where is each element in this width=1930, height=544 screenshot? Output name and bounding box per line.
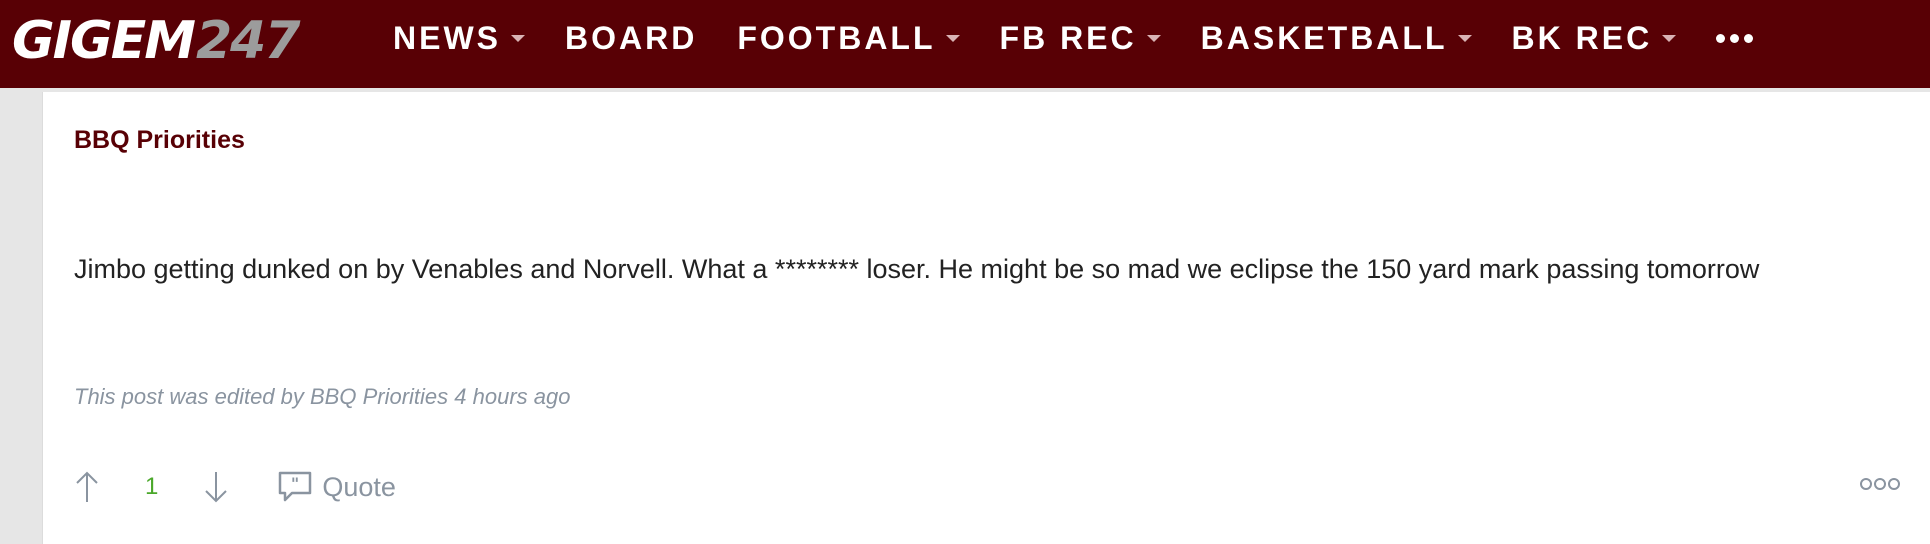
top-navigation-bar: GIGEM 247 NEWS BOARD FOOTBALL FB REC BAS… xyxy=(0,0,1930,88)
logo-brand-text: GIGEM xyxy=(12,11,196,71)
post-author[interactable]: BBQ Priorities xyxy=(74,126,245,155)
chevron-down-icon xyxy=(1662,34,1677,42)
chevron-down-icon xyxy=(945,34,960,42)
nav-bk-rec[interactable]: BK REC xyxy=(1512,20,1677,57)
logo-number-text: 247 xyxy=(195,11,301,71)
nav-football[interactable]: FOOTBALL xyxy=(737,19,960,57)
ellipsis-icon[interactable] xyxy=(1716,23,1754,53)
nav-fb-rec[interactable]: FB REC xyxy=(1000,20,1161,57)
nav-basketball[interactable]: BASKETBALL xyxy=(1201,20,1472,57)
quote-icon: " xyxy=(279,471,312,502)
chevron-down-icon xyxy=(1146,34,1161,42)
forum-post: BBQ Priorities Jimbo getting dunked on b… xyxy=(42,92,1930,544)
site-logo[interactable]: GIGEM 247 xyxy=(12,6,301,76)
main-nav: NEWS BOARD FOOTBALL FB REC BASKETBALL BK… xyxy=(393,0,1754,76)
nav-board[interactable]: BOARD xyxy=(565,20,697,57)
nav-bk-rec-label: BK REC xyxy=(1511,19,1653,56)
svg-text:": " xyxy=(291,474,299,493)
post-options-icon[interactable] xyxy=(1860,478,1900,490)
post-actions: 1 " Quote xyxy=(73,462,396,512)
quote-button[interactable]: " Quote xyxy=(278,471,396,503)
nav-football-label: FOOTBALL xyxy=(737,19,936,56)
nav-news[interactable]: NEWS xyxy=(393,20,525,57)
post-body: Jimbo getting dunked on by Venables and … xyxy=(74,254,1760,284)
arrow-down-icon[interactable] xyxy=(202,469,230,505)
nav-board-label: BOARD xyxy=(565,19,698,56)
nav-fb-rec-label: FB REC xyxy=(999,19,1137,56)
quote-label: Quote xyxy=(322,471,396,502)
post-edit-note: This post was edited by BBQ Priorities 4… xyxy=(74,384,571,409)
chevron-down-icon xyxy=(511,34,525,42)
vote-count: 1 xyxy=(145,473,159,500)
nav-basketball-label: BASKETBALL xyxy=(1200,19,1448,56)
arrow-up-icon[interactable] xyxy=(73,469,101,505)
chevron-down-icon xyxy=(1457,34,1472,42)
nav-news-label: NEWS xyxy=(393,19,501,56)
